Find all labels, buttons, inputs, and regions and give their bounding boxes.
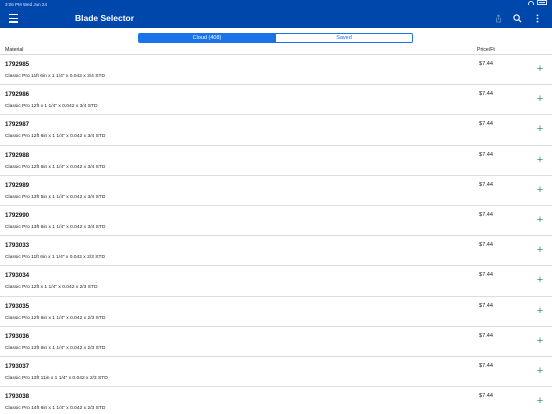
add-icon[interactable]: + — [535, 245, 545, 256]
add-icon[interactable]: + — [535, 124, 545, 135]
top-navigation-bar: Blade Selector — [0, 9, 552, 28]
add-icon[interactable]: + — [535, 275, 545, 286]
material-description: Classic Pro 12ft 6in x 1 1/4" x 0.042 x … — [5, 164, 106, 170]
material-id: 1792985 — [5, 61, 30, 68]
list-item[interactable]: 1792985 Classic Pro 11ft 6in x 1 1/4" x … — [0, 55, 552, 86]
material-price: $7.44 — [479, 302, 493, 309]
material-price: $7.44 — [479, 61, 493, 67]
material-id: 1793037 — [5, 362, 30, 370]
material-id: 1792988 — [5, 151, 30, 159]
add-icon[interactable]: + — [535, 154, 545, 165]
list-item[interactable]: 1792989 Classic Pro 13ft 5in x 1 1/4" x … — [0, 176, 552, 206]
material-description: Classic Pro 13ft 6in x 1 1/4" x 0.042 x … — [5, 345, 106, 351]
material-description: Classic Pro 13ft 5in x 1 1/4" x 0.042 x … — [5, 194, 106, 200]
page-title: Blade Selector — [75, 13, 135, 23]
material-price: $7.44 — [479, 181, 493, 188]
add-icon[interactable]: + — [535, 184, 545, 195]
status-bar: 3:06 PM Wed Jun 24 — [0, 0, 552, 9]
list-item[interactable]: 1792988 Classic Pro 12ft 6in x 1 1/4" x … — [0, 146, 552, 176]
material-price: $7.44 — [479, 332, 493, 339]
nav-actions — [495, 12, 542, 25]
material-id: 1793038 — [5, 393, 30, 401]
menu-icon[interactable] — [9, 14, 18, 23]
material-price: $7.44 — [479, 211, 493, 218]
material-id: 1793035 — [5, 302, 30, 310]
list-item[interactable]: 1792987 Classic Pro 12ft 6in x 1 1/4" x … — [0, 115, 552, 146]
list-item[interactable]: 1793038 Classic Pro 14ft 6in x 1 1/4" x … — [0, 387, 552, 414]
search-icon[interactable] — [513, 14, 522, 23]
list-item[interactable]: 1793037 Classic Pro 13ft 11in x 1 1/4" x… — [0, 357, 552, 388]
segment-saved[interactable]: Saved — [275, 34, 412, 42]
table-header: Material Price/Ft — [0, 46, 552, 55]
material-description: Classic Pro 11ft 6in x 1 1/4" x 0.042 x … — [5, 255, 106, 261]
material-id: 1792987 — [5, 121, 30, 129]
share-icon[interactable] — [495, 14, 502, 23]
material-id: 1793033 — [5, 242, 30, 250]
battery-icon — [537, 0, 547, 5]
list-item[interactable]: 1793035 Classic Pro 12ft 6in x 1 1/4" x … — [0, 297, 552, 327]
status-icons — [528, 0, 547, 5]
segment-cloud[interactable]: Cloud (408) — [139, 34, 275, 42]
material-description: Classic Pro 11ft 6in x 1 1/4" x 0.042 x … — [5, 74, 106, 79]
material-description: Classic Pro 12ft x 1 1/4" x 0.042 x 2/3 … — [5, 285, 98, 291]
column-material: Material — [5, 47, 24, 53]
material-list: 1792985 Classic Pro 11ft 6in x 1 1/4" x … — [0, 55, 552, 414]
more-options-icon[interactable] — [533, 14, 542, 23]
material-price: $7.44 — [479, 272, 493, 279]
material-id: 1792989 — [5, 181, 30, 189]
material-description: Classic Pro 14ft 6in x 1 1/4" x 0.042 x … — [5, 406, 106, 412]
material-id: 1793034 — [5, 272, 30, 280]
material-price: $7.44 — [479, 121, 493, 128]
material-id: 1793036 — [5, 332, 30, 340]
add-icon[interactable]: + — [535, 305, 545, 316]
wifi-icon — [528, 0, 534, 5]
material-price: $7.44 — [479, 362, 493, 369]
list-item[interactable]: 1793034 Classic Pro 12ft x 1 1/4" x 0.04… — [0, 266, 552, 297]
list-item[interactable]: 1793036 Classic Pro 13ft 6in x 1 1/4" x … — [0, 327, 552, 357]
add-icon[interactable]: + — [535, 94, 545, 105]
material-id: 1792990 — [5, 211, 30, 219]
material-description: Classic Pro 13ft 6in x 1 1/4" x 0.042 x … — [5, 224, 106, 230]
material-description: Classic Pro 12ft x 1 1/4" x 0.042 x 3/4 … — [5, 104, 98, 110]
add-icon[interactable]: + — [535, 335, 545, 346]
list-item[interactable]: 1792986 Classic Pro 12ft x 1 1/4" x 0.04… — [0, 85, 552, 116]
app-screen: 3:06 PM Wed Jun 24 Blade Selector Cloud … — [0, 0, 552, 414]
material-description: Classic Pro 12ft 6in x 1 1/4" x 0.042 x … — [5, 134, 106, 140]
material-price: $7.44 — [479, 151, 493, 158]
list-item[interactable]: 1793033 Classic Pro 11ft 6in x 1 1/4" x … — [0, 236, 552, 267]
material-price: $7.44 — [479, 393, 493, 400]
add-icon[interactable]: + — [535, 214, 545, 225]
add-icon[interactable]: + — [535, 365, 545, 376]
column-price: Price/Ft — [477, 47, 495, 53]
add-icon[interactable]: + — [535, 64, 545, 75]
material-description: Classic Pro 12ft 6in x 1 1/4" x 0.042 x … — [5, 315, 106, 321]
material-price: $7.44 — [479, 242, 493, 249]
add-icon[interactable]: + — [535, 396, 545, 407]
list-item[interactable]: 1792990 Classic Pro 13ft 6in x 1 1/4" x … — [0, 206, 552, 237]
material-price: $7.44 — [479, 91, 493, 98]
material-id: 1792986 — [5, 91, 30, 99]
material-description: Classic Pro 13ft 11in x 1 1/4" x 0.042 x… — [5, 375, 108, 381]
source-segmented-control: Cloud (408) Saved — [138, 33, 413, 43]
status-time: 3:06 PM Wed Jun 24 — [5, 2, 47, 7]
